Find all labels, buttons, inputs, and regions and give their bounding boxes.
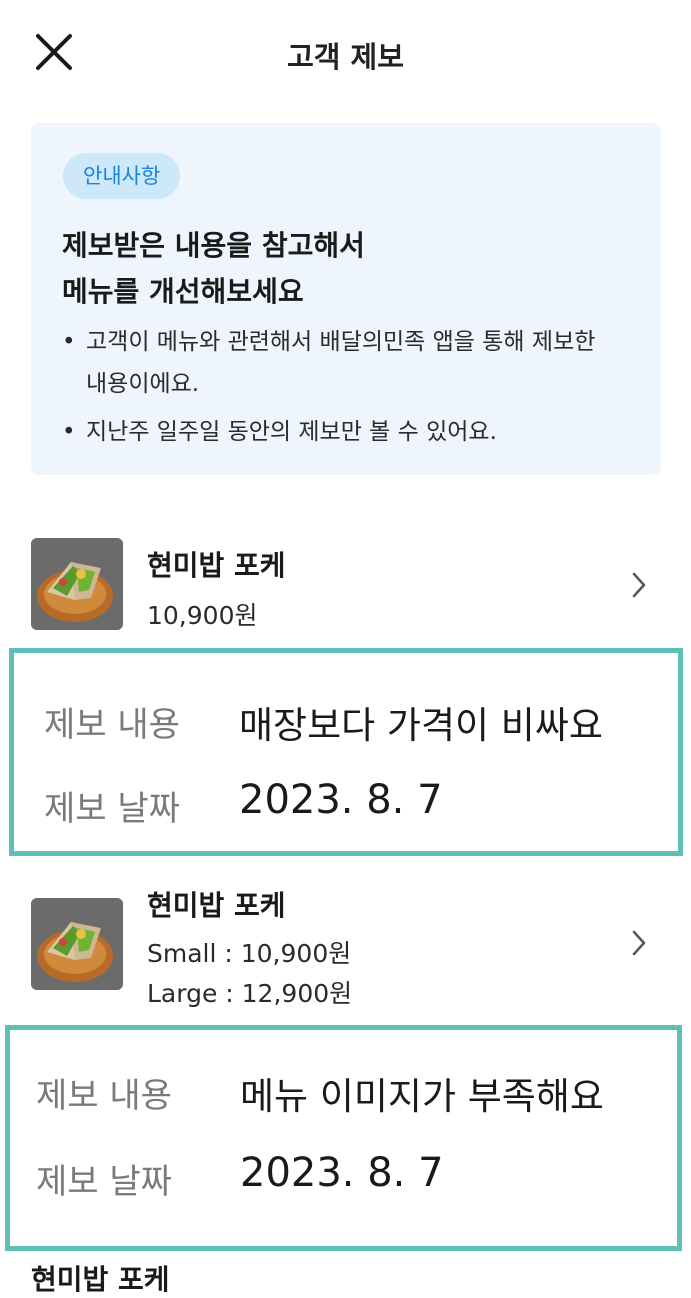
food-image-icon [31, 898, 123, 990]
report-date: 2023. 8. 7 [240, 1150, 444, 1196]
menu-name[interactable]: 현미밥 포케 [31, 1258, 170, 1298]
report-date-label: 제보 날짜 [44, 789, 180, 829]
chevron-right-icon[interactable] [628, 928, 650, 958]
report-content: 매장보다 가격이 비싸요 [239, 704, 603, 747]
notice-title-line1: 제보받은 내용을 참고해서 [62, 229, 365, 262]
menu-name: 현미밥 포케 [147, 889, 286, 922]
notice-bullet: 고객이 메뉴와 관련해서 배달의민족 앱을 통해 제보한 내용이에요. [62, 321, 622, 405]
report-date-label: 제보 날짜 [36, 1162, 172, 1202]
menu-thumbnail [31, 898, 123, 990]
report-box: 제보 내용 매장보다 가격이 비싸요 제보 날짜 2023. 8. 7 [9, 648, 683, 856]
page-title: 고객 제보 [287, 40, 404, 74]
chevron-right-icon[interactable] [628, 570, 650, 600]
report-content-label: 제보 내용 [44, 705, 180, 745]
menu-item-row[interactable]: 현미밥 포케 Small : 10,900원 Large : 12,900원 [0, 862, 691, 1022]
report-content: 메뉴 이미지가 부족해요 [240, 1075, 604, 1118]
notice-bullet: 지난주 일주일 동안의 제보만 볼 수 있어요. [62, 411, 622, 453]
notice-badge: 안내사항 [63, 153, 181, 199]
menu-price: 10,900원 [147, 601, 258, 630]
food-image-icon [31, 538, 123, 630]
report-date: 2023. 8. 7 [239, 777, 443, 823]
report-content-label: 제보 내용 [36, 1076, 172, 1116]
menu-thumbnail [31, 538, 123, 630]
notice-card: 안내사항 제보받은 내용을 참고해서 메뉴를 개선해보세요 고객이 메뉴와 관련… [31, 123, 661, 475]
menu-price-large: Large : 12,900원 [147, 979, 353, 1008]
top-bar: 고객 제보 [0, 0, 691, 108]
notice-title: 제보받은 내용을 참고해서 메뉴를 개선해보세요 [62, 223, 365, 315]
menu-name: 현미밥 포케 [147, 549, 286, 582]
menu-price-small: Small : 10,900원 [147, 939, 352, 968]
notice-bullets: 고객이 메뉴와 관련해서 배달의민족 앱을 통해 제보한 내용이에요. 지난주 … [62, 321, 622, 459]
report-box: 제보 내용 메뉴 이미지가 부족해요 제보 날짜 2023. 8. 7 [5, 1025, 682, 1251]
menu-item-row[interactable]: 현미밥 포케 10,900원 [0, 520, 691, 648]
notice-title-line2: 메뉴를 개선해보세요 [62, 275, 304, 308]
